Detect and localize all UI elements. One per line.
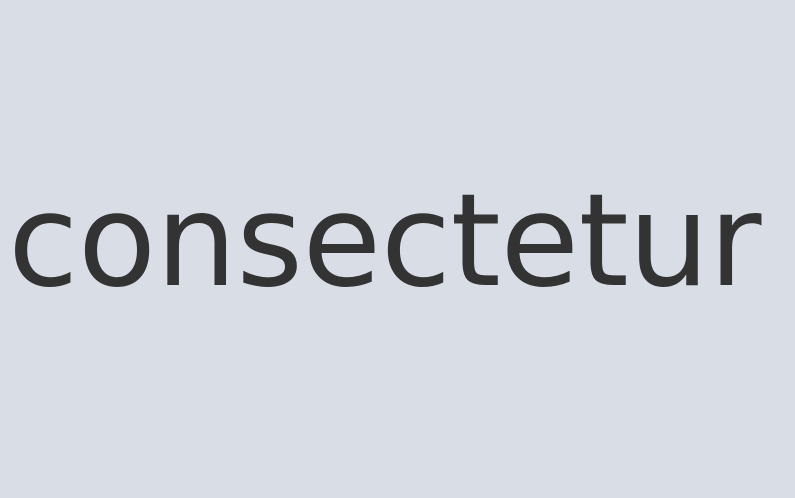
display-word: consectetur (8, 167, 762, 316)
canvas: consectetur (0, 0, 795, 498)
